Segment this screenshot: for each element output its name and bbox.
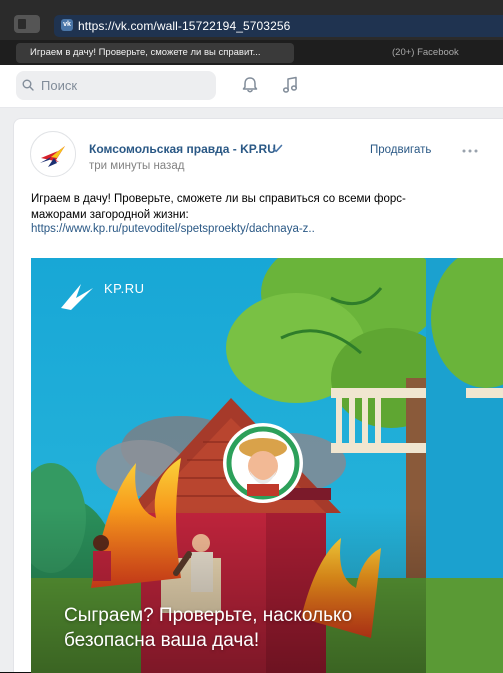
post-image[interactable]: KP.RU Сыграем? Проверьте, насколько безо… [31,258,426,673]
music-icon[interactable] [280,75,300,95]
tab-bar: Играем в дачу! Проверьте, сможете ли вы … [0,40,503,65]
tab-active[interactable]: Играем в дачу! Проверьте, сможете ли вы … [16,43,294,63]
avatar[interactable] [30,131,76,177]
promote-button[interactable]: Продвигать [370,144,431,156]
vk-header: Поиск [0,65,503,108]
author-name[interactable]: Комсомольская правда - KP.RU [89,142,276,156]
tab-facebook[interactable]: (20+) Facebook [392,47,459,58]
search-input[interactable]: Поиск [16,71,216,100]
image-edge-strip [426,258,503,673]
kp-logo-icon [32,133,75,176]
edge-illustration [426,258,503,673]
vk-favicon-icon: vk [61,19,73,31]
post-link[interactable]: https://www.kp.ru/putevoditel/spetsproek… [31,223,315,235]
bell-icon[interactable] [240,75,260,95]
tab-active-label: Играем в дачу! Проверьте, сможете ли вы … [30,47,261,58]
image-brand-label: KP.RU [104,281,145,296]
search-placeholder: Поиск [41,78,78,93]
image-promo-title: Сыграем? Проверьте, насколько безопасна … [64,605,353,651]
verified-icon [272,144,283,153]
post-card: Комсомольская правда - KP.RU три минуты … [13,118,503,673]
browser-toolbar: vk https://vk.com/wall-15722194_5703256 [0,0,503,40]
post-time[interactable]: три минуты назад [89,160,184,172]
address-bar[interactable]: vk https://vk.com/wall-15722194_5703256 [54,15,503,37]
post-text: Играем в дачу! Проверьте, сможете ли вы … [31,193,406,221]
search-icon [22,79,34,91]
more-options-icon[interactable] [462,149,478,153]
url-text[interactable]: https://vk.com/wall-15722194_5703256 [78,19,290,33]
sidebar-toggle-icon[interactable] [14,15,40,33]
